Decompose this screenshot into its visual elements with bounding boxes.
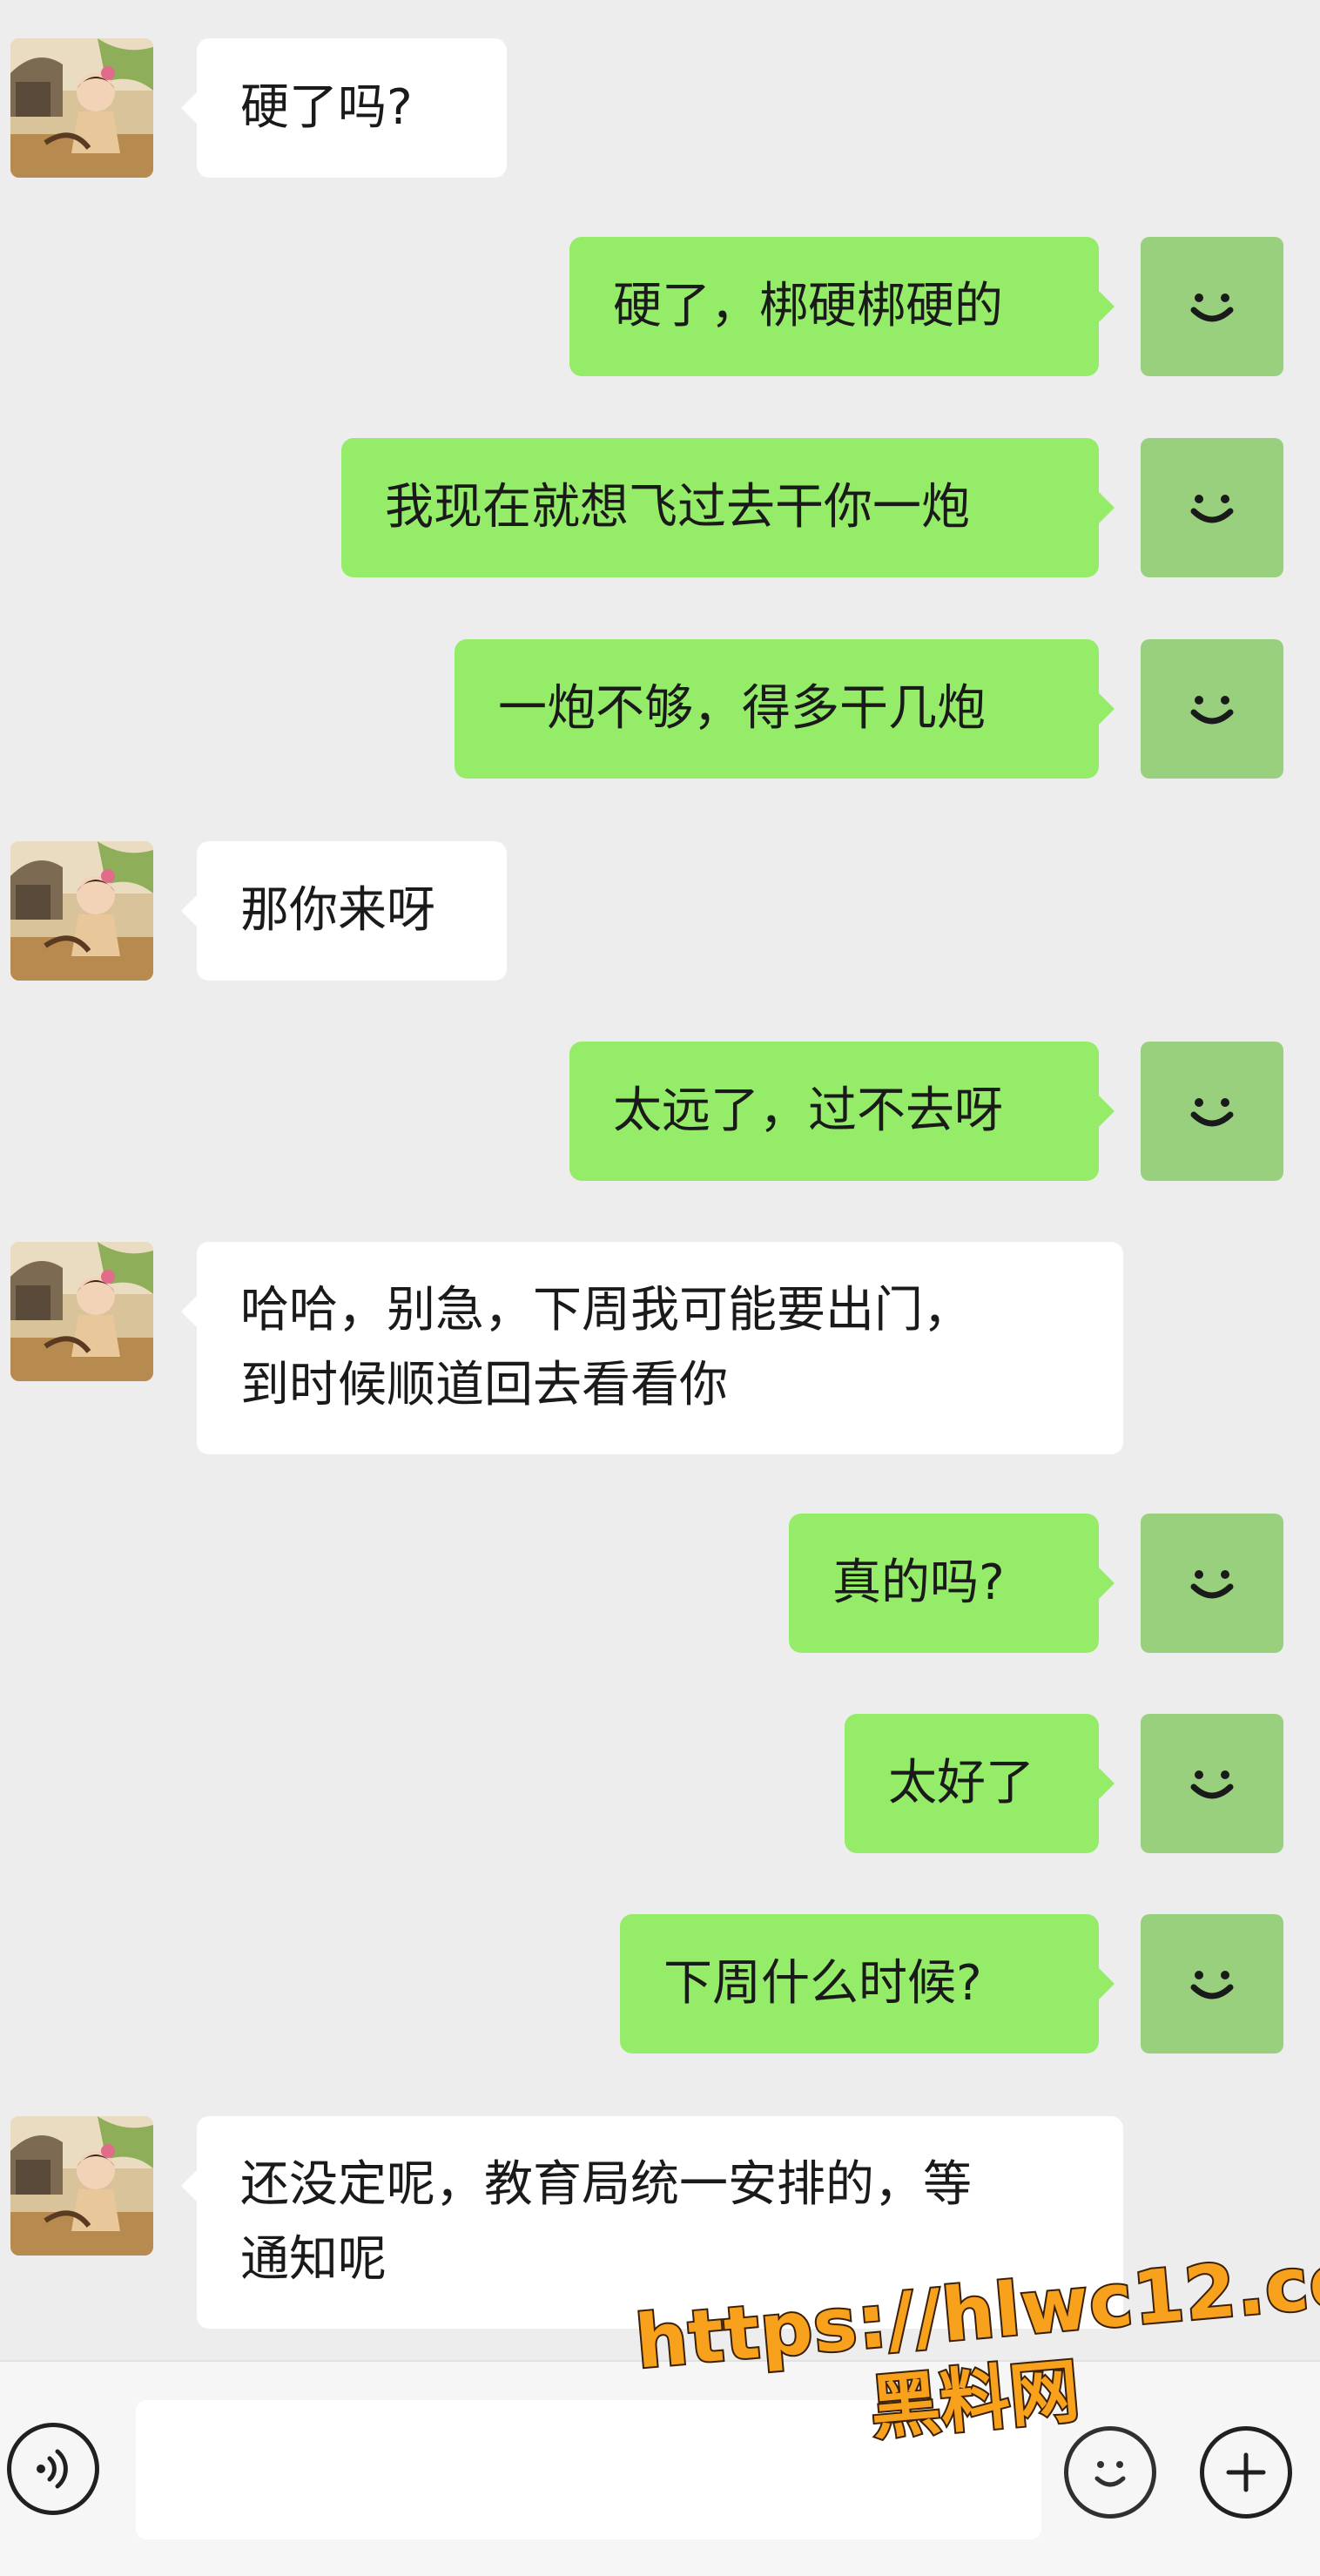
input-bar	[0, 2360, 1320, 2576]
avatar[interactable]	[10, 2116, 153, 2256]
voice-button[interactable]	[7, 2423, 99, 2515]
message-bubble[interactable]: 我现在就想飞过去干你一炮	[341, 438, 1115, 577]
voice-icon	[37, 2449, 68, 2489]
message-text: 太好了	[888, 1755, 1034, 1811]
avatar[interactable]	[1141, 1042, 1283, 1181]
avatar[interactable]	[1141, 1514, 1283, 1653]
message-text: 硬了，梆硬梆硬的	[613, 278, 1003, 334]
avatar[interactable]	[1141, 639, 1283, 779]
message-text: 一炮不够，得多干几炮	[498, 680, 986, 737]
smile-icon	[1190, 1098, 1234, 1127]
profile-picture	[10, 841, 153, 981]
avatar[interactable]	[1141, 1714, 1283, 1853]
message-text: 那你来呀	[240, 882, 435, 939]
message-text: 真的吗?	[832, 1554, 1005, 1611]
smile-icon	[1190, 495, 1234, 523]
smile-icon	[1190, 1971, 1234, 1999]
more-button[interactable]	[1200, 2426, 1292, 2519]
message-bubble[interactable]: 哈哈，别急，下周我可能要出门， 到时候顺道回去看看你	[181, 1242, 1123, 1454]
avatar[interactable]	[10, 38, 153, 178]
avatar[interactable]	[1141, 438, 1283, 577]
avatar[interactable]	[1141, 1914, 1283, 2053]
message-bubble[interactable]: 太远了，过不去呀	[569, 1042, 1115, 1181]
profile-picture	[10, 1242, 153, 1381]
profile-picture	[10, 38, 153, 178]
message-bubble[interactable]: 真的吗?	[789, 1514, 1115, 1653]
avatar[interactable]	[10, 1242, 153, 1381]
message-text: 下周什么时候?	[663, 1955, 982, 2012]
message-bubble[interactable]: 硬了吗?	[181, 38, 507, 178]
message-bubble[interactable]: 那你来呀	[181, 841, 507, 981]
emoji-button[interactable]	[1064, 2426, 1156, 2519]
message-bubble[interactable]: 还没定呢，教育局统一安排的，等 通知呢	[181, 2116, 1123, 2329]
avatar[interactable]	[1141, 237, 1283, 376]
smile-icon	[1190, 293, 1234, 322]
smile-icon	[1190, 696, 1234, 725]
message-bubble[interactable]: 下周什么时候?	[620, 1914, 1115, 2053]
message-bubble[interactable]: 一炮不够，得多干几炮	[455, 639, 1115, 779]
message-text: 到时候顺道回去看看你	[240, 1357, 728, 1413]
plus-icon	[1226, 2452, 1266, 2492]
message-text: 通知呢	[240, 2231, 387, 2288]
smile-icon	[1190, 1770, 1234, 1799]
emoji-icon	[1094, 2461, 1126, 2487]
message-text: 还没定呢，教育局统一安排的，等	[240, 2156, 972, 2213]
avatar[interactable]	[10, 841, 153, 981]
message-text: 硬了吗?	[240, 79, 413, 136]
message-bubble[interactable]: 硬了，梆硬梆硬的	[569, 237, 1115, 376]
profile-picture	[10, 2116, 153, 2256]
smile-icon	[1190, 1570, 1234, 1599]
chat-area[interactable]: 硬了吗? 硬了，梆硬梆硬的 我现在就想飞过去干你一炮 一炮不够，得多干几炮 那你…	[0, 0, 1320, 2360]
message-input[interactable]	[136, 2400, 1041, 2539]
message-text: 哈哈，别急，下周我可能要出门，	[240, 1282, 972, 1339]
message-bubble[interactable]: 太好了	[845, 1714, 1115, 1853]
message-text: 我现在就想飞过去干你一炮	[385, 479, 970, 536]
message-text: 太远了，过不去呀	[613, 1082, 1003, 1139]
